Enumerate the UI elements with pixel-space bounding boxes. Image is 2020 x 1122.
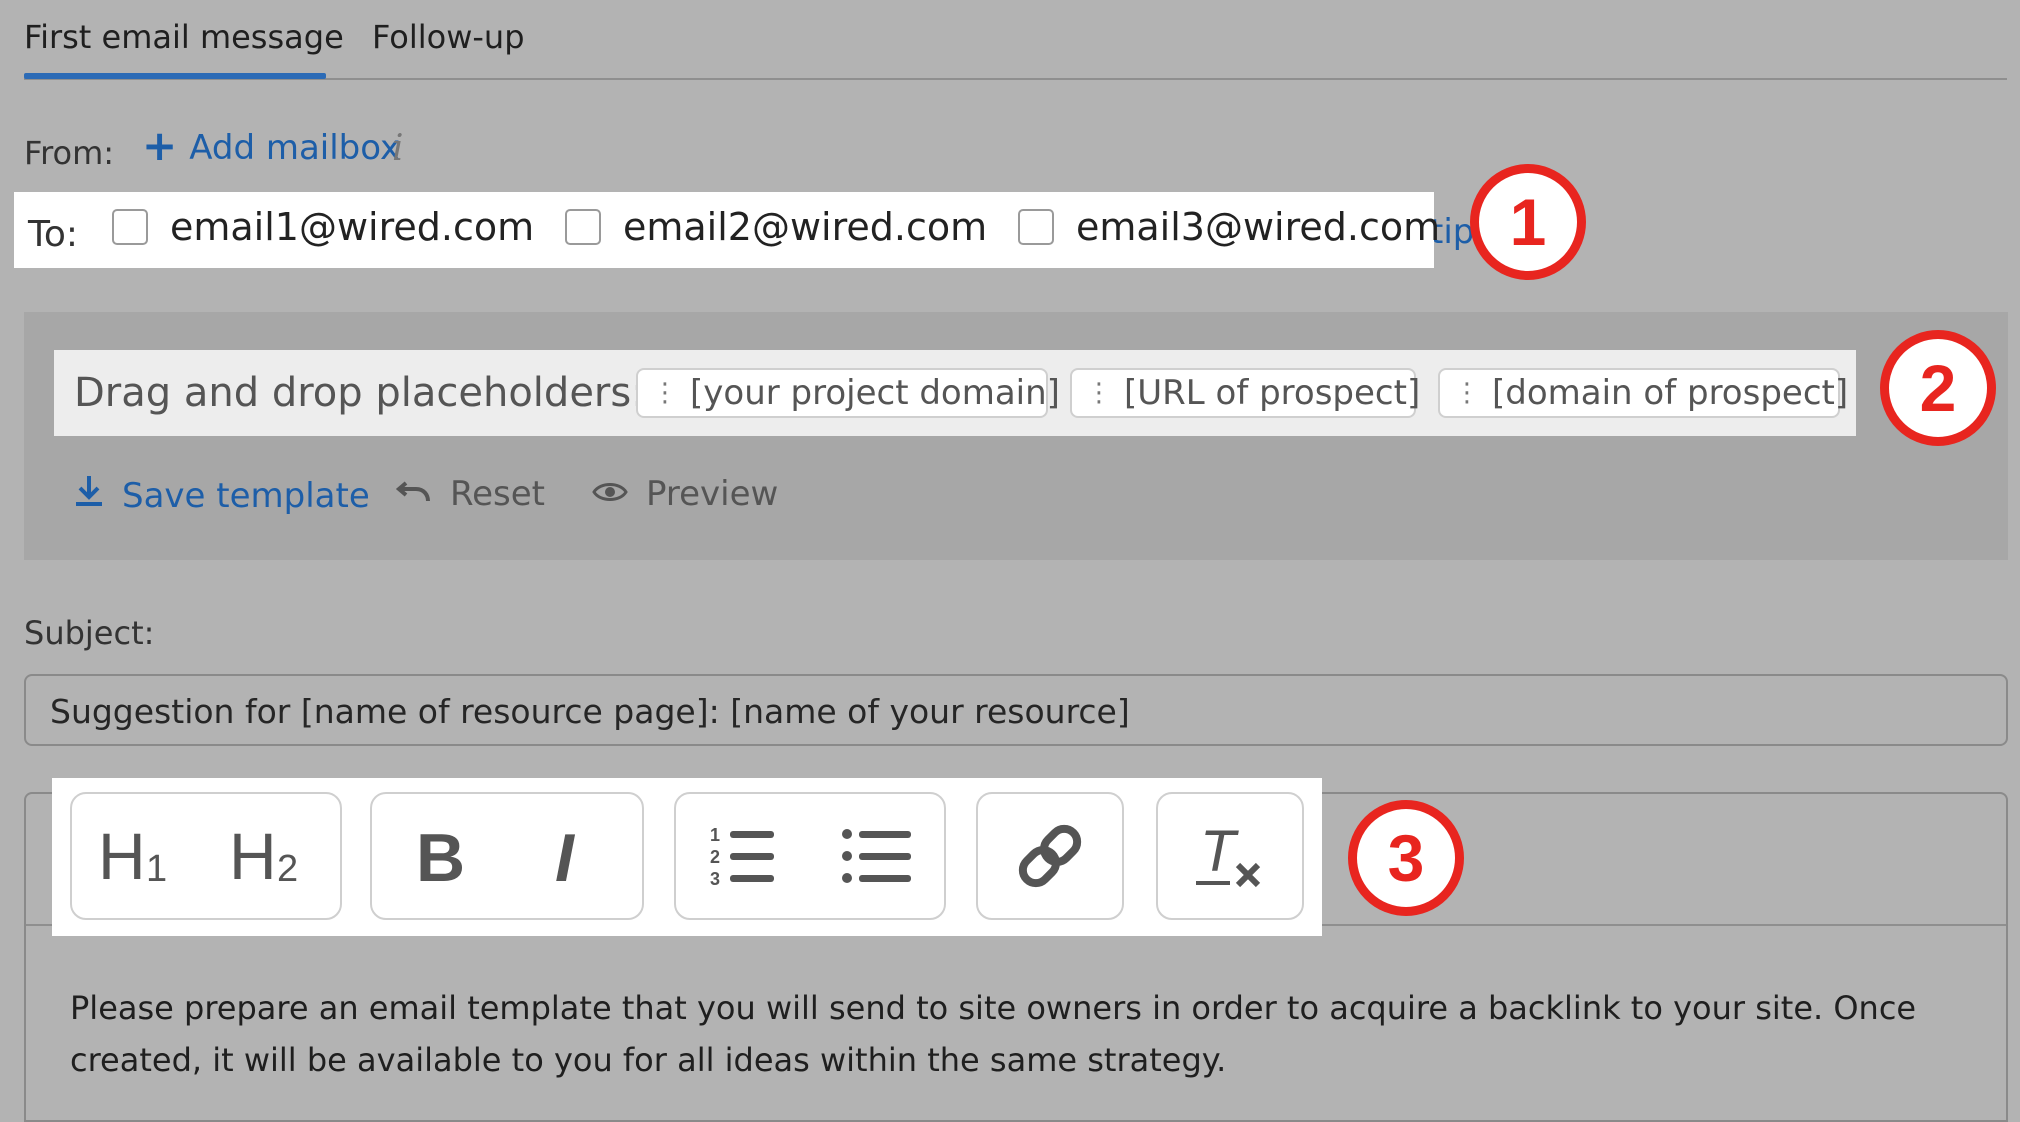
placeholder-chip-domain-of-prospect[interactable]: ⋮ [domain of prospect] bbox=[1438, 368, 1848, 418]
preview-label: Preview bbox=[646, 474, 779, 514]
drag-handle-icon: ⋮ bbox=[1454, 378, 1480, 408]
download-icon bbox=[74, 474, 104, 517]
save-template-button[interactable]: Save template bbox=[74, 474, 370, 517]
tab-first-email-message[interactable]: First email message bbox=[24, 18, 344, 56]
tab-follow-up[interactable]: Follow-up bbox=[372, 18, 525, 56]
bullet-list-button[interactable] bbox=[841, 823, 913, 889]
heading-1-button[interactable]: H1 bbox=[98, 823, 178, 889]
recipient-option[interactable]: email2@wired.com bbox=[565, 205, 987, 249]
to-label: To: bbox=[28, 214, 79, 255]
link-button-group bbox=[976, 792, 1124, 920]
recipient-checkbox[interactable] bbox=[112, 209, 148, 245]
drag-handle-icon: ⋮ bbox=[1086, 378, 1112, 408]
svg-text:1: 1 bbox=[146, 848, 167, 889]
email-body-text[interactable]: Please prepare an email template that yo… bbox=[70, 982, 1970, 1086]
info-icon[interactable]: i bbox=[392, 128, 404, 169]
svg-text:B: B bbox=[416, 823, 465, 889]
clear-format-button-group: T bbox=[1156, 792, 1304, 920]
active-tab-indicator bbox=[24, 73, 326, 79]
svg-text:H: H bbox=[229, 823, 277, 889]
annotation-badge-2: 2 bbox=[1880, 330, 1996, 446]
recipient-checkbox[interactable] bbox=[565, 209, 601, 245]
reset-label: Reset bbox=[450, 474, 545, 514]
undo-icon bbox=[395, 474, 432, 514]
placeholders-label: Drag and drop placeholders: bbox=[74, 370, 645, 416]
link-button[interactable] bbox=[1015, 821, 1085, 891]
recipient-email: email2@wired.com bbox=[623, 205, 988, 249]
clear-formatting-button[interactable]: T bbox=[1192, 821, 1268, 891]
annotation-badge-1: 1 bbox=[1470, 164, 1586, 280]
subject-input[interactable]: Suggestion for [name of resource page]: … bbox=[24, 674, 2008, 746]
add-mailbox-button[interactable]: + Add mailbox bbox=[142, 121, 401, 170]
heading-button-group: H1 H2 bbox=[70, 792, 342, 920]
list-button-group: 1 2 3 bbox=[674, 792, 946, 920]
placeholder-chip-url-of-prospect[interactable]: ⋮ [URL of prospect] bbox=[1070, 368, 1420, 418]
svg-text:3: 3 bbox=[710, 869, 720, 889]
drag-handle-icon: ⋮ bbox=[652, 378, 678, 408]
svg-text:2: 2 bbox=[277, 848, 298, 889]
placeholder-chip-label: [your project domain] bbox=[690, 373, 1060, 413]
svg-text:1: 1 bbox=[710, 825, 720, 845]
svg-text:2: 2 bbox=[710, 847, 720, 867]
recipient-option[interactable]: email3@wired.com bbox=[1018, 205, 1440, 249]
annotation-badge-3: 3 bbox=[1348, 800, 1464, 916]
add-mailbox-label: Add mailbox bbox=[189, 128, 401, 168]
text-style-button-group: B I bbox=[370, 792, 644, 920]
svg-text:H: H bbox=[98, 823, 146, 889]
italic-button[interactable]: I bbox=[551, 823, 601, 889]
plus-icon: + bbox=[142, 121, 178, 170]
bold-button[interactable]: B bbox=[414, 823, 468, 889]
svg-text:I: I bbox=[555, 823, 576, 889]
placeholder-chip-label: [URL of prospect] bbox=[1124, 373, 1421, 413]
heading-2-button[interactable]: H2 bbox=[229, 823, 315, 889]
reset-button[interactable]: Reset bbox=[395, 474, 545, 514]
eye-icon bbox=[592, 474, 628, 514]
from-label: From: bbox=[24, 134, 115, 172]
placeholder-chip-label: [domain of prospect] bbox=[1492, 373, 1849, 413]
placeholder-chip-project-domain[interactable]: ⋮ [your project domain] bbox=[636, 368, 1060, 418]
ordered-list-button[interactable]: 1 2 3 bbox=[708, 823, 778, 889]
recipient-option[interactable]: email1@wired.com bbox=[112, 205, 534, 249]
recipient-email: email1@wired.com bbox=[170, 205, 535, 249]
preview-button[interactable]: Preview bbox=[592, 474, 778, 514]
recipient-checkbox[interactable] bbox=[1018, 209, 1054, 245]
svg-text:T: T bbox=[1200, 821, 1239, 884]
subject-label: Subject: bbox=[24, 614, 155, 652]
save-template-label: Save template bbox=[122, 475, 370, 516]
recipient-email: email3@wired.com bbox=[1076, 205, 1441, 249]
